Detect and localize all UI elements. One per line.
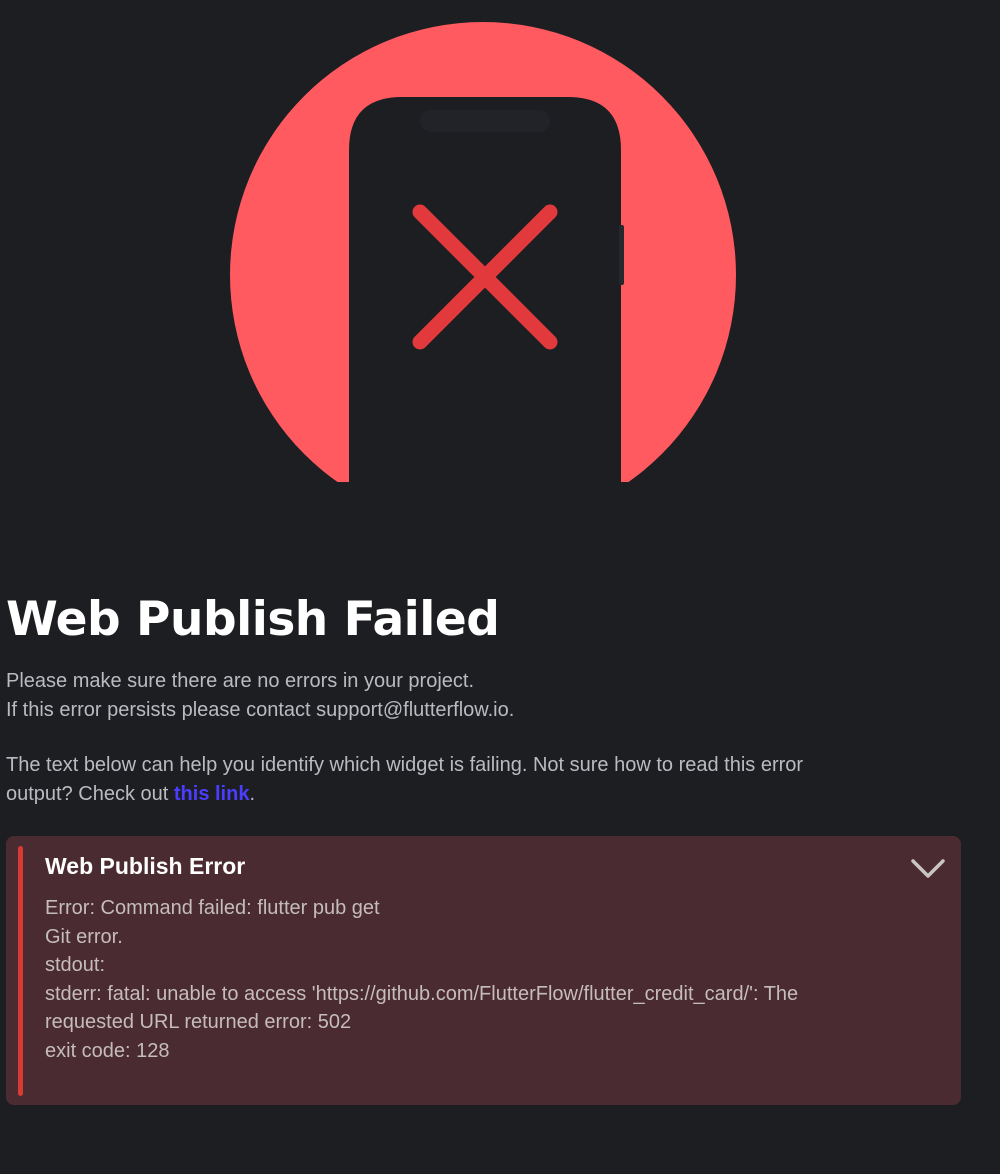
help-text-suffix: . [249,782,256,805]
instructions-text: Please make sure there are no errors in … [6,667,966,724]
phone-error-x-icon [230,22,736,500]
phone-side-button [619,225,624,285]
help-text-line-1: The text below can help you identify whi… [6,754,804,776]
page-title: Web Publish Failed [6,592,500,647]
error-line: requested URL returned error: 502 [45,1011,352,1033]
instructions-line-1: Please make sure there are no errors in … [6,670,474,692]
instructions-line-2: If this error persists please contact su… [6,698,515,721]
error-panel: Web Publish Error Error: Command failed:… [6,836,961,1105]
phone-silhouette [349,97,621,500]
error-accent-bar [18,846,23,1096]
hero-illustration [0,0,1000,500]
help-text-line-2: output? Check out this link. [6,780,966,809]
chevron-down-icon[interactable] [909,857,947,881]
phone-notch [420,110,550,132]
error-line: stderr: fatal: unable to access 'https:/… [45,982,799,1005]
error-panel-title: Web Publish Error [45,853,246,879]
error-line: Git error. [45,925,123,948]
error-line: stdout: [45,954,106,976]
help-text-prefix: output? Check out [6,782,174,805]
help-text: The text below can help you identify whi… [6,751,966,808]
error-line: exit code: 128 [45,1039,170,1062]
error-output: Error: Command failed: flutter pub get G… [45,894,945,1065]
help-link[interactable]: this link [174,783,250,805]
error-line: Error: Command failed: flutter pub get [45,897,380,919]
